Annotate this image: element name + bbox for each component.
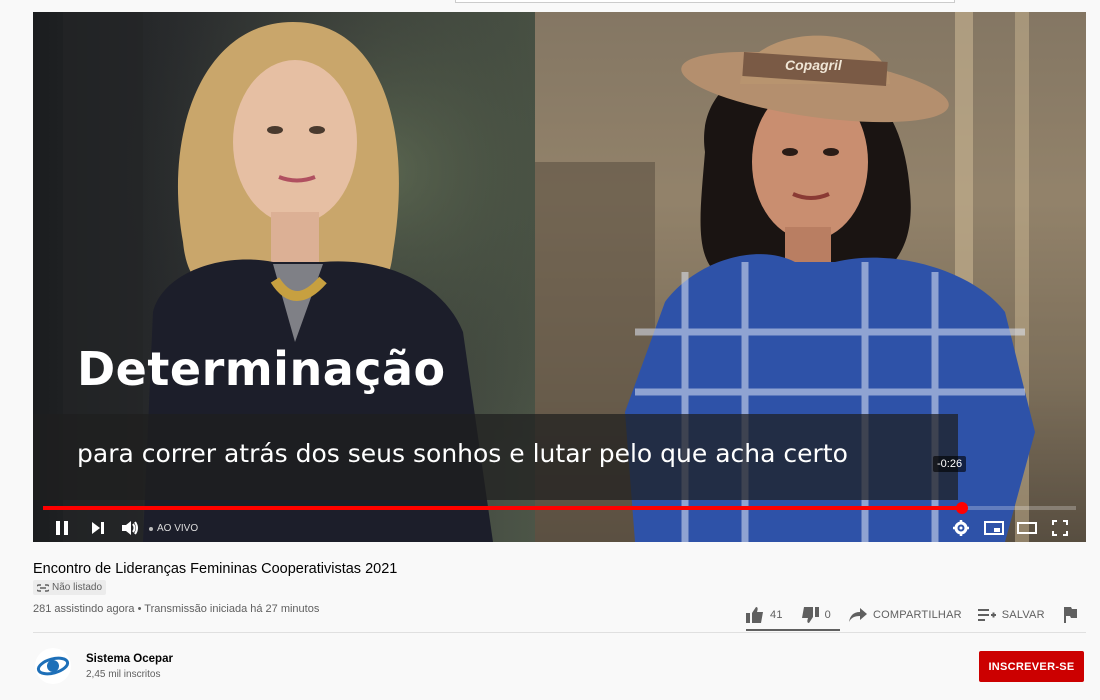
link-icon: [37, 583, 49, 592]
player-controls: AO VIVO: [33, 514, 1086, 542]
live-indicator[interactable]: AO VIVO: [149, 523, 198, 534]
pause-icon: [56, 521, 68, 535]
flag-icon: [1063, 607, 1077, 623]
video-title: Encontro de Lideranças Femininas Coopera…: [33, 561, 398, 577]
subscriber-count: 2,45 mil inscritos: [86, 669, 161, 680]
playlist-add-icon: [977, 609, 996, 621]
ocepar-logo-icon: [36, 656, 70, 676]
fullscreen-button[interactable]: [1049, 518, 1071, 538]
progress-bar[interactable]: [43, 506, 1076, 510]
like-count: 41: [770, 609, 783, 621]
settings-button[interactable]: [951, 518, 971, 538]
view-meta: 281 assistindo agora • Transmissão inici…: [33, 603, 320, 615]
time-remaining: -0:26: [933, 456, 967, 472]
live-label: AO VIVO: [157, 523, 199, 534]
channel-name[interactable]: Sistema Ocepar: [86, 653, 173, 665]
thumbs-down-icon: [801, 607, 819, 623]
share-icon: [848, 608, 867, 622]
theater-icon: [1017, 522, 1037, 534]
caption-title: Determinação: [77, 342, 446, 396]
dislike-count: 0: [824, 609, 831, 621]
fullscreen-icon: [1052, 520, 1068, 536]
volume-icon: [122, 521, 138, 535]
next-icon: [92, 522, 104, 534]
unlisted-label: Não listado: [52, 582, 103, 593]
search-box-edge[interactable]: [455, 0, 955, 3]
report-button[interactable]: [1063, 607, 1077, 623]
settings-icon: [953, 520, 969, 536]
subscribe-button[interactable]: INSCREVER-SE: [979, 651, 1084, 682]
share-label: COMPARTILHAR: [872, 609, 962, 621]
live-dot-icon: [149, 526, 153, 531]
action-bar: 41 0 COMPARTILHAR SALVAR: [746, 605, 1077, 625]
pause-button[interactable]: [51, 518, 73, 538]
next-button[interactable]: [87, 518, 109, 538]
save-button[interactable]: SALVAR: [977, 608, 1045, 622]
video-frame[interactable]: Copagril Determinação para correr atrás …: [33, 12, 1086, 542]
video-player[interactable]: Copagril Determinação para correr atrás …: [33, 12, 1086, 542]
progress-fill: [43, 506, 963, 510]
theater-mode-button[interactable]: [1016, 518, 1038, 538]
unlisted-badge: Não listado: [33, 580, 107, 595]
share-button[interactable]: COMPARTILHAR: [848, 608, 962, 622]
section-divider: [33, 632, 1086, 633]
miniplayer-icon: [984, 521, 1004, 535]
save-label: SALVAR: [1001, 609, 1045, 621]
hat-logo: Copagril: [785, 57, 843, 73]
like-ratio-fill: [746, 629, 840, 631]
like-button[interactable]: 41: [746, 607, 783, 623]
miniplayer-button[interactable]: [983, 518, 1005, 538]
dislike-button[interactable]: 0: [801, 607, 831, 623]
like-ratio-bar: [746, 629, 840, 631]
caption-subtitle: para correr atrás dos seus sonhos e luta…: [77, 439, 848, 468]
channel-avatar[interactable]: [35, 648, 71, 684]
volume-button[interactable]: [119, 518, 141, 538]
thumbs-up-icon: [746, 607, 763, 623]
